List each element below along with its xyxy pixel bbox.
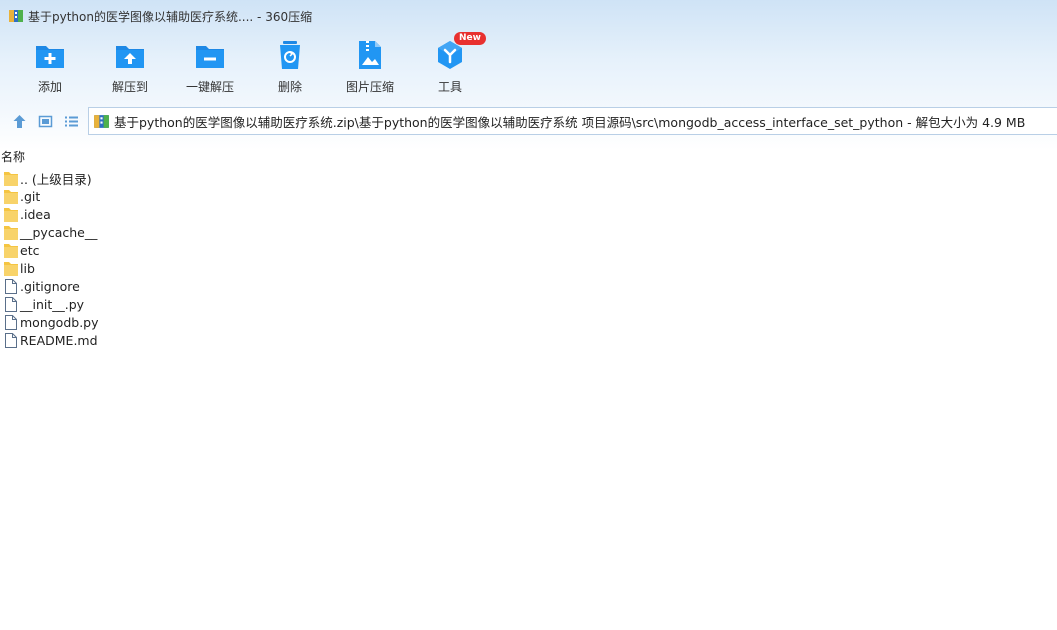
tools-button[interactable]: New 工具 xyxy=(410,32,490,98)
app-window: 基于python的医学图像以辅助医疗系统.... - 360压缩 添加 解压到 xyxy=(0,0,1057,630)
item-name: .idea xyxy=(20,206,51,222)
main-toolbar: 添加 解压到 一键解压 删除 图片压缩 New 工具 xyxy=(10,32,490,98)
folder-icon xyxy=(4,243,18,258)
image-compress-button[interactable]: 图片压缩 xyxy=(330,38,410,98)
extract-to-icon xyxy=(116,46,144,68)
column-name-label: 名称 xyxy=(1,149,26,164)
list-item-idea[interactable]: .idea xyxy=(0,205,400,223)
item-name: .git xyxy=(20,188,41,204)
file-icon xyxy=(5,332,17,348)
item-name: .. (上级目录) xyxy=(20,171,92,187)
list-item-mongodb-py[interactable]: mongodb.py xyxy=(0,313,400,331)
up-level-button[interactable] xyxy=(6,107,32,135)
file-icon xyxy=(5,296,17,312)
item-name: __pycache__ xyxy=(20,224,98,240)
title-bar: 基于python的医学图像以辅助医疗系统.... - 360压缩 xyxy=(0,0,1057,32)
address-bar[interactable]: 基于python的医学图像以辅助医疗系统.zip\基于python的医学图像以辅… xyxy=(88,107,1057,135)
list-item-readme[interactable]: README.md xyxy=(0,331,400,349)
file-icon xyxy=(5,278,17,294)
one-click-extract-button[interactable]: 一键解压 xyxy=(170,38,250,98)
trash-icon xyxy=(280,41,300,69)
list-item-git[interactable]: .git xyxy=(0,187,400,205)
arrow-up-icon xyxy=(13,114,25,128)
image-compress-icon xyxy=(359,41,381,69)
file-list: .. (上级目录) .git .idea __pycache__ etc lib… xyxy=(0,169,400,349)
delete-label: 删除 xyxy=(277,80,302,94)
list-view-icon xyxy=(64,116,78,126)
add-icon xyxy=(36,46,64,68)
list-item-lib[interactable]: lib xyxy=(0,259,400,277)
window-title: 基于python的医学图像以辅助医疗系统.... - 360压缩 xyxy=(28,9,313,24)
archive-app-icon xyxy=(9,10,23,22)
item-name: etc xyxy=(20,242,40,258)
folder-icon xyxy=(4,225,18,240)
address-path: 基于python的医学图像以辅助医疗系统.zip\基于python的医学图像以辅… xyxy=(114,114,1026,130)
list-item-init-py[interactable]: __init__.py xyxy=(0,295,400,313)
list-item-etc[interactable]: etc xyxy=(0,241,400,259)
folder-icon xyxy=(4,261,18,276)
list-item-pycache[interactable]: __pycache__ xyxy=(0,223,400,241)
archive-icon xyxy=(94,114,109,128)
item-name: .gitignore xyxy=(20,278,80,294)
add-button[interactable]: 添加 xyxy=(10,38,90,98)
column-header[interactable]: 名称 xyxy=(0,146,1057,166)
navigation-bar: 基于python的医学图像以辅助医疗系统.zip\基于python的医学图像以辅… xyxy=(0,106,1057,136)
image-compress-label: 图片压缩 xyxy=(345,80,394,94)
one-click-extract-label: 一键解压 xyxy=(185,80,234,94)
folder-icon xyxy=(4,171,18,186)
list-view-button[interactable] xyxy=(58,107,84,135)
item-name: mongodb.py xyxy=(20,314,99,330)
delete-button[interactable]: 删除 xyxy=(250,38,330,98)
thumbnail-view-icon xyxy=(38,115,52,127)
file-icon xyxy=(5,314,17,330)
add-label: 添加 xyxy=(37,80,62,94)
folder-icon xyxy=(4,207,18,222)
new-badge: New xyxy=(454,32,486,45)
extract-to-label: 解压到 xyxy=(111,80,148,94)
list-item-parent[interactable]: .. (上级目录) xyxy=(0,169,400,187)
list-item-gitignore[interactable]: .gitignore xyxy=(0,277,400,295)
item-name: __init__.py xyxy=(20,296,85,312)
extract-to-button[interactable]: 解压到 xyxy=(90,38,170,98)
one-click-extract-icon xyxy=(196,46,224,68)
thumbnail-view-button[interactable] xyxy=(32,107,58,135)
folder-icon xyxy=(4,189,18,204)
item-name: lib xyxy=(20,260,35,276)
tools-label: 工具 xyxy=(437,80,462,94)
item-name: README.md xyxy=(20,332,98,348)
